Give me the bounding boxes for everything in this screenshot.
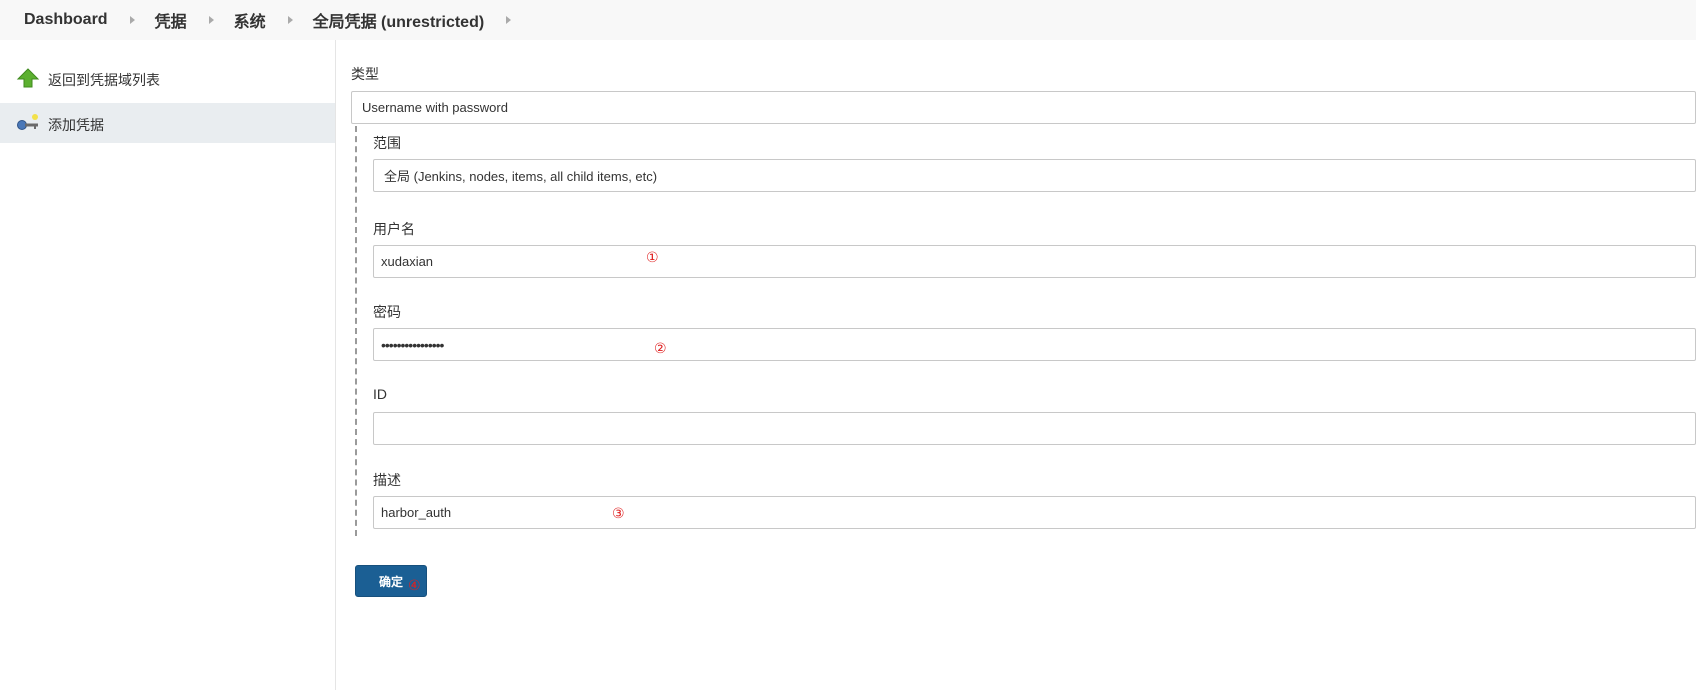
username-input[interactable]: xudaxian — [373, 245, 1696, 278]
sidebar-item-add-credentials[interactable]: 添加凭据 — [0, 103, 335, 143]
breadcrumb-credentials[interactable]: 凭据 — [155, 8, 187, 32]
password-input[interactable]: •••••••••••••••• — [373, 328, 1696, 361]
breadcrumb-system[interactable]: 系统 — [234, 8, 266, 32]
description-label: 描述 — [373, 472, 401, 488]
sidebar-item-back-to-domains[interactable]: 返回到凭据域列表 — [0, 58, 335, 98]
scope-select-value: 全局 (Jenkins, nodes, items, all child ite… — [384, 169, 658, 184]
password-label: 密码 — [373, 304, 401, 320]
description-input-value: harbor_auth — [381, 505, 452, 520]
green-up-arrow-icon — [16, 68, 40, 88]
password-input-value: •••••••••••••••• — [381, 336, 444, 353]
annotation-mark-4: ④ — [408, 578, 421, 594]
submit-button-label: 确定 — [378, 574, 403, 589]
breadcrumb-chevron-icon[interactable] — [287, 16, 293, 24]
kind-select-value: Username with password — [362, 100, 508, 115]
description-input[interactable]: harbor_auth — [373, 496, 1696, 529]
breadcrumb: Dashboard 凭据 系统 全局凭据 (unrestricted) — [0, 0, 1696, 40]
annotation-mark-2: ② — [654, 341, 667, 357]
nested-section-divider — [355, 126, 357, 536]
username-input-value: xudaxian — [381, 254, 434, 269]
key-icon — [16, 113, 40, 133]
id-label: ID — [373, 386, 387, 402]
annotation-mark-1: ① — [646, 250, 659, 266]
id-input[interactable] — [373, 412, 1696, 445]
scope-select[interactable]: 全局 (Jenkins, nodes, items, all child ite… — [373, 159, 1696, 192]
scope-label: 范围 — [373, 135, 401, 151]
breadcrumb-global-credentials[interactable]: 全局凭据 (unrestricted) — [313, 8, 485, 32]
annotation-mark-3: ③ — [612, 506, 625, 522]
kind-select[interactable]: Username with password — [351, 91, 1696, 124]
breadcrumb-dashboard[interactable]: Dashboard — [24, 11, 108, 29]
sidebar: 返回到凭据域列表 添加凭据 — [0, 40, 336, 690]
breadcrumb-chevron-icon[interactable] — [506, 16, 512, 24]
breadcrumb-chevron-icon[interactable] — [208, 16, 214, 24]
kind-label: 类型 — [351, 66, 379, 82]
breadcrumb-chevron-icon[interactable] — [129, 16, 135, 24]
sidebar-item-label: 返回到凭据域列表 — [48, 72, 160, 88]
sidebar-item-label: 添加凭据 — [48, 117, 104, 133]
username-label: 用户名 — [373, 221, 415, 237]
